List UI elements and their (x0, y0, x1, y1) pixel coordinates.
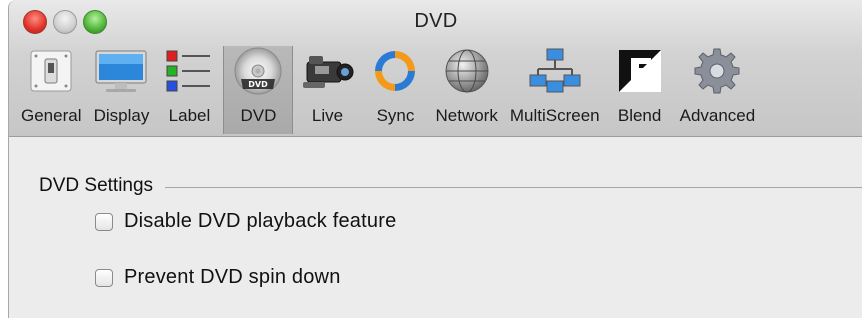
prevent-dvd-spin-down-option[interactable]: Prevent DVD spin down (95, 266, 341, 289)
tab-sync[interactable]: Sync (361, 46, 429, 134)
gear-icon (689, 46, 745, 96)
dvd-disc-icon: DVD (230, 46, 286, 96)
tab-advanced[interactable]: Advanced (674, 46, 762, 134)
blend-icon (612, 46, 668, 96)
titlebar: DVD General Display Label DVD DVD Live S… (9, 0, 862, 137)
tab-label[interactable]: Label (155, 46, 223, 134)
prevent-dvd-spin-down-checkbox[interactable] (95, 268, 113, 287)
sync-arrows-icon (367, 46, 423, 96)
tab-blend[interactable]: Blend (606, 46, 674, 134)
disable-dvd-playback-label[interactable]: Disable DVD playback feature (124, 210, 396, 233)
disable-dvd-playback-checkbox[interactable] (95, 212, 113, 231)
tab-live[interactable]: Live (293, 46, 361, 134)
multiscreen-network-icon (527, 46, 583, 96)
monitor-icon (93, 46, 149, 96)
preferences-toolbar: General Display Label DVD DVD Live Sync … (15, 46, 761, 134)
disable-dvd-playback-option[interactable]: Disable DVD playback feature (95, 210, 396, 233)
video-camera-icon (299, 46, 355, 96)
globe-icon (439, 46, 495, 96)
tab-multiscreen[interactable]: MultiScreen (504, 46, 606, 134)
tab-display[interactable]: Display (87, 46, 155, 134)
group-title: DVD Settings (39, 175, 154, 196)
tab-general[interactable]: General (15, 46, 87, 134)
prevent-dvd-spin-down-label[interactable]: Prevent DVD spin down (124, 266, 341, 289)
switch-icon (23, 46, 79, 96)
label-list-icon (161, 46, 217, 96)
dvd-settings-group: DVD Settings (39, 175, 862, 197)
settings-pane: DVD Settings Disable DVD playback featur… (9, 137, 862, 318)
tab-dvd[interactable]: DVD DVD (223, 46, 294, 134)
svg-text:DVD: DVD (249, 80, 269, 89)
preferences-window: DVD General Display Label DVD DVD Live S… (8, 0, 862, 318)
group-divider (165, 187, 862, 188)
tab-network[interactable]: Network (429, 46, 503, 134)
window-title: DVD (414, 10, 458, 32)
